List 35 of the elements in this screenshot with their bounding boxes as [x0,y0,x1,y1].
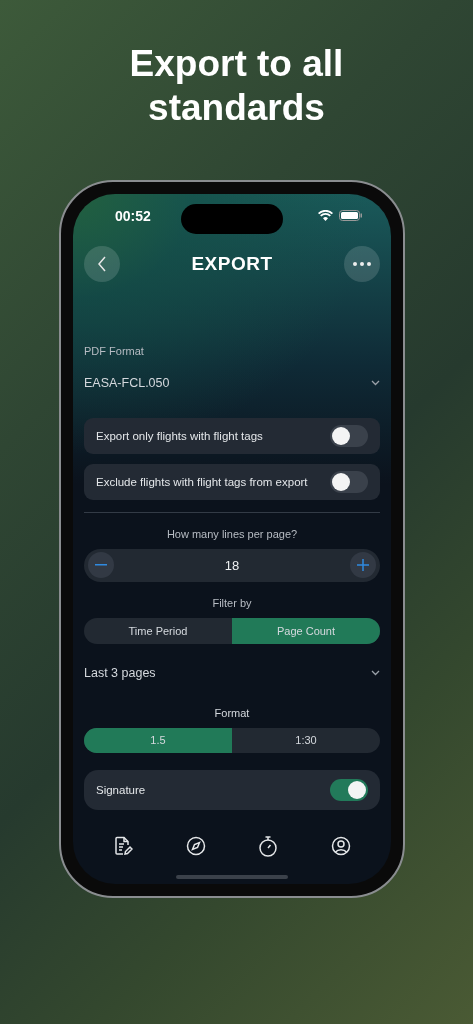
back-button[interactable] [84,246,120,283]
screen-title: EXPORT [191,253,273,276]
dropdown-value[interactable]: Last 3 pages [84,666,156,681]
minus-icon [95,564,107,567]
profile-icon[interactable] [330,836,351,856]
segment-tab[interactable]: Time Period [84,618,232,644]
plus-icon [357,559,369,572]
battery-icon [339,210,363,222]
chevron-down-icon [371,379,380,386]
chevron-left-icon [97,256,107,273]
toggle-switch[interactable] [330,470,368,493]
toggle-label: Exclude flights with flight tags from export [96,475,308,488]
field-label: Format [213,705,251,720]
plus-button[interactable] [350,552,376,579]
status-time: 00:52 [115,207,151,224]
stopwatch-icon[interactable] [258,836,279,857]
toggle-label: Signature [96,784,146,796]
toggle-switch[interactable] [330,779,368,801]
compass-icon[interactable] [185,836,206,856]
stepper-value: 18 [224,557,240,573]
more-icon [353,262,371,267]
chevron-down-icon [371,670,380,677]
dropdown-value[interactable]: EASA-FCL.050 [84,375,170,390]
toggle-label: Export only flights with flight tags [96,429,263,442]
segment-tab[interactable]: Page Count [232,618,380,644]
field-label: PDF Format [84,344,145,359]
field-label: Filter by [211,596,253,611]
more-button[interactable] [344,246,380,283]
document-edit-icon[interactable] [113,836,134,856]
toggle-switch[interactable] [330,424,368,447]
segment-tab[interactable]: 1:30 [232,727,380,753]
segment-tab[interactable]: 1.5 [84,727,232,753]
headline: Export to all standards [128,42,345,130]
field-label: How many lines per page? [165,526,299,541]
wifi-icon [318,210,333,222]
